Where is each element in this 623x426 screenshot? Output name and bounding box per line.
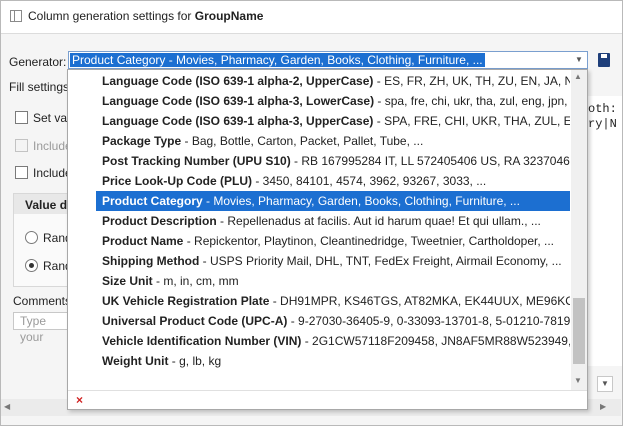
dropdown-item-sample: - RB 167995284 IT, LL 572405406 US, RA 3…	[294, 154, 570, 168]
fill-settings-label: Fill settings	[9, 80, 70, 94]
dropdown-item-name: Language Code (ISO 639-1 alpha-2, UpperC…	[102, 74, 374, 88]
dropdown-item-name: Package Type	[102, 134, 182, 148]
dropdown-item-name: Product Name	[102, 234, 184, 248]
dropdown-item-sample: - 3450, 84101, 4574, 3962, 93267, 3033, …	[252, 174, 487, 188]
close-icon[interactable]: ×	[76, 393, 83, 407]
dropdown-item-name: Product Category	[102, 194, 203, 208]
dropdown-item-name: Shipping Method	[102, 254, 200, 268]
dropdown-item[interactable]: Post Tracking Number (UPU S10) - RB 1679…	[96, 151, 570, 171]
scroll-up-icon[interactable]: ▲	[574, 72, 582, 81]
dropdown-item[interactable]: UK Vehicle Registration Plate - DH91MPR,…	[96, 291, 570, 311]
include-checkbox-1[interactable]	[15, 139, 28, 152]
dropdown-item[interactable]: Size Unit - m, in, cm, mm	[96, 271, 570, 291]
value-distribution-title: Value d	[25, 198, 68, 212]
dropdown-item-name: Language Code (ISO 639-1 alpha-3, LowerC…	[102, 94, 375, 108]
include-label-1: Include	[33, 139, 72, 153]
dropdown-item-sample: - SPA, FRE, CHI, UKR, THA, ZUL, ENG...	[376, 114, 570, 128]
dropdown-item[interactable]: Weight Unit - g, lb, kg	[96, 351, 570, 371]
chevron-down-icon[interactable]: ▼	[572, 52, 586, 68]
dropdown-item-sample: - 2G1CW57118F209458, JN8AF5MR88W523949, …	[301, 334, 570, 348]
dropdown-item-sample: - 9-27030-36405-9, 0-33093-13701-8, 5-01…	[287, 314, 570, 328]
dropdown-item[interactable]: Language Code (ISO 639-1 alpha-2, UpperC…	[96, 71, 570, 91]
dropdown-item-name: Product Description	[102, 214, 217, 228]
scroll-right-icon[interactable]: ▶	[600, 402, 606, 411]
dropdown-item-sample: - DH91MPR, KS46TGS, AT82MKA, EK44UUX, ME…	[272, 294, 570, 308]
dropdown-item[interactable]: Shipping Method - USPS Priority Mail, DH…	[96, 251, 570, 271]
dropdown-item[interactable]: Universal Product Code (UPC-A) - 9-27030…	[96, 311, 570, 331]
dropdown-item-sample: - ES, FR, ZH, UK, TH, ZU, EN, JA, NL, ..…	[376, 74, 570, 88]
dialog-title: Column generation settings for GroupName	[28, 9, 263, 23]
dropdown-item-sample: - g, lb, kg	[168, 354, 222, 368]
column-settings-icon	[10, 10, 22, 22]
dropdown-item-name: Size Unit	[102, 274, 153, 288]
dropdown-item-sample: - Repickentor, Playtinon, Cleantinedridg…	[183, 234, 555, 248]
dropdown-item-name: Weight Unit	[102, 354, 169, 368]
comments-label: Comments:	[13, 294, 75, 308]
generator-value[interactable]: Product Category - Movies, Pharmacy, Gar…	[70, 53, 485, 67]
save-icon[interactable]	[598, 53, 610, 67]
dropdown-item-sample: - USPS Priority Mail, DHL, TNT, FedEx Fr…	[199, 254, 562, 268]
preview-line-1: oth:	[588, 102, 617, 116]
dropdown-item[interactable]: Product Name - Repickentor, Playtinon, C…	[96, 231, 570, 251]
dropdown-item[interactable]: Vehicle Identification Number (VIN) - 2G…	[96, 331, 570, 351]
random-radio-2[interactable]	[25, 259, 38, 272]
dropdown-item-sample: - Repellenadus at facilis. Aut id harum …	[216, 214, 541, 228]
include-checkbox-2[interactable]	[15, 166, 28, 179]
dropdown-item-sample: - Movies, Pharmacy, Garden, Books, Cloth…	[202, 194, 520, 208]
preview-dropdown-icon[interactable]: ▼	[597, 376, 613, 392]
set-value-checkbox[interactable]	[15, 111, 28, 124]
dropdown-item-name: Vehicle Identification Number (VIN)	[102, 334, 302, 348]
title-column-name: GroupName	[194, 9, 264, 23]
scrollbar-thumb[interactable]	[573, 298, 585, 364]
dropdown-item[interactable]: Package Type - Bag, Bottle, Carton, Pack…	[96, 131, 570, 151]
random-radio-1[interactable]	[25, 231, 38, 244]
generator-label: Generator:	[9, 55, 67, 69]
include-label-2: Include	[33, 166, 72, 180]
scroll-down-icon[interactable]: ▼	[574, 376, 582, 385]
dropdown-item-name: Language Code (ISO 639-1 alpha-3, UpperC…	[102, 114, 374, 128]
dropdown-item-name: Universal Product Code (UPC-A)	[102, 314, 288, 328]
dropdown-item[interactable]: Language Code (ISO 639-1 alpha-3, LowerC…	[96, 91, 570, 111]
dropdown-item-sample: - Bag, Bottle, Carton, Packet, Pallet, T…	[181, 134, 424, 148]
dropdown-item[interactable]: Language Code (ISO 639-1 alpha-3, UpperC…	[96, 111, 570, 131]
dropdown-footer-divider	[68, 390, 587, 391]
dropdown-item-sample: - m, in, cm, mm	[152, 274, 239, 288]
dropdown-item[interactable]: Product Description - Repellenadus at fa…	[96, 211, 570, 231]
title-prefix: Column generation settings for	[28, 9, 195, 23]
preview-line-2: ry|N	[588, 117, 617, 131]
scroll-left-icon[interactable]: ◀	[4, 402, 10, 411]
dropdown-item-name: Price Look-Up Code (PLU)	[102, 174, 253, 188]
dropdown-item[interactable]: Product Category - Movies, Pharmacy, Gar…	[96, 191, 570, 211]
preview-pane: oth: ry|N	[583, 96, 622, 366]
dropdown-item-sample: - spa, fre, chi, ukr, tha, zul, eng, jpn…	[374, 94, 570, 108]
dropdown-item[interactable]: Price Look-Up Code (PLU) - 3450, 84101, …	[96, 171, 570, 191]
comments-input[interactable]: Type your	[13, 312, 73, 344]
dropdown-item-name: UK Vehicle Registration Plate	[102, 294, 270, 308]
dropdown-item-name: Post Tracking Number (UPU S10)	[102, 154, 291, 168]
